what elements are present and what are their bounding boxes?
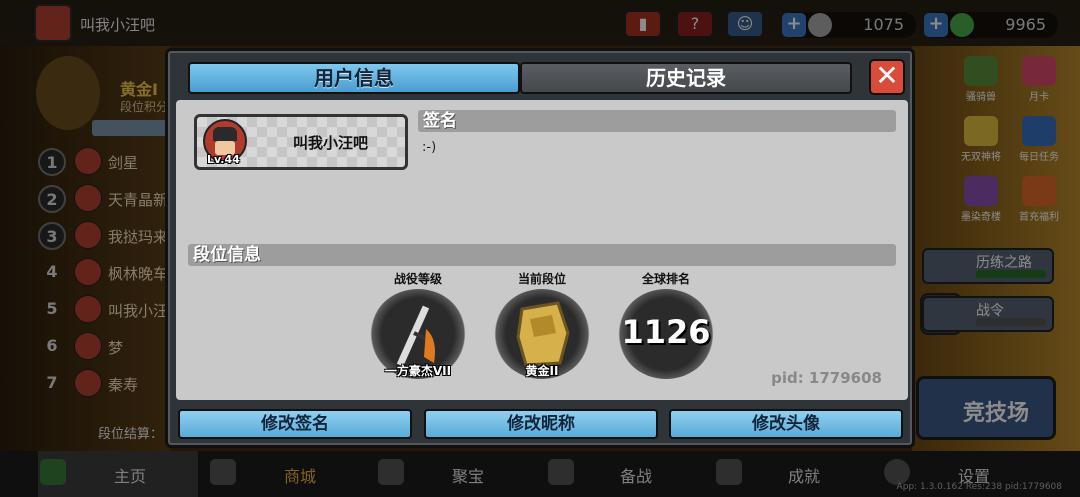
sword-icon: 一方豪杰VII xyxy=(370,289,466,379)
current-rank-label: 当前段位 xyxy=(517,272,566,286)
signature-text: :-) xyxy=(422,140,437,155)
campaign-level-label: 战役等级 xyxy=(393,272,442,286)
global-rank-value: 1126 xyxy=(621,313,711,351)
global-rank-circle: 1126 xyxy=(618,289,714,379)
close-icon[interactable]: ✕ xyxy=(869,59,905,95)
current-rank-value: 黄金II xyxy=(525,364,559,378)
profile-name: 叫我小汪吧 xyxy=(293,134,369,152)
campaign-level-value: 一方豪杰VII xyxy=(384,364,452,378)
player-id: pid: 1779608 xyxy=(771,369,882,387)
current-rank-stat: 当前段位 黄金II xyxy=(487,270,597,379)
player-level: Lv.44 xyxy=(207,153,240,166)
edit-nickname-button[interactable]: 修改昵称 xyxy=(424,409,658,439)
signature-header: 签名 xyxy=(418,110,896,132)
user-info-dialog: 用户信息 历史记录 ✕ Lv.44 叫我小汪吧 签名 :-) 段位信息 战役等级… xyxy=(165,48,915,448)
global-rank-stat: 全球排名 1126 xyxy=(611,270,721,379)
rank-info-header: 段位信息 xyxy=(188,244,896,266)
tab-history[interactable]: 历史记录 xyxy=(520,62,852,94)
campaign-level-stat: 战役等级 一方豪杰VII xyxy=(363,270,473,379)
profile-card: Lv.44 叫我小汪吧 xyxy=(194,114,408,170)
global-rank-label: 全球排名 xyxy=(641,272,690,286)
user-info-content: Lv.44 叫我小汪吧 签名 :-) 段位信息 战役等级 一方豪杰VII 当前段… xyxy=(176,100,908,400)
rank-badge-icon: 黄金II xyxy=(494,289,590,379)
edit-signature-button[interactable]: 修改签名 xyxy=(178,409,412,439)
edit-avatar-button[interactable]: 修改头像 xyxy=(669,409,903,439)
tab-user-info[interactable]: 用户信息 xyxy=(188,62,520,94)
